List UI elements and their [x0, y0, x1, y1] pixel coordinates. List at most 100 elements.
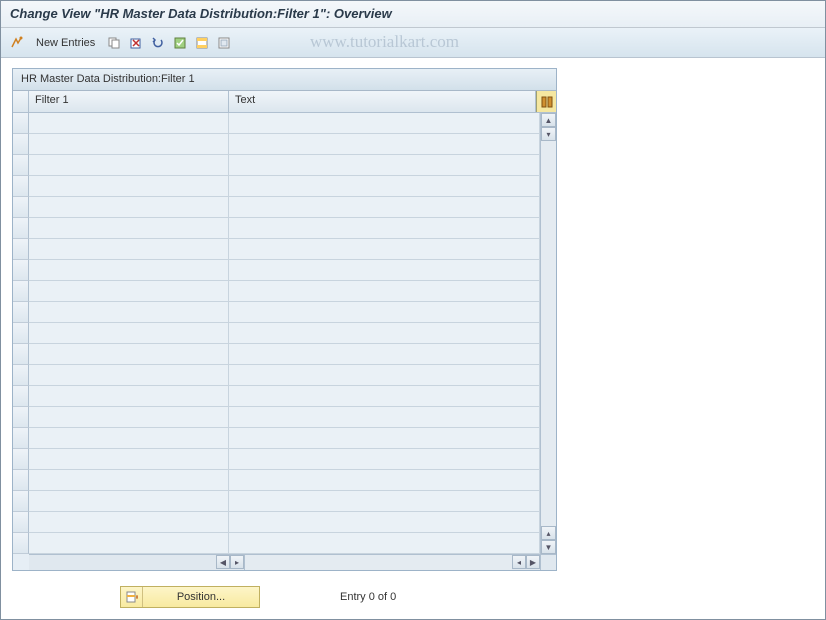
- other-view-icon[interactable]: [8, 34, 26, 52]
- cell-text[interactable]: [229, 491, 540, 511]
- table-row[interactable]: [29, 197, 540, 218]
- cell-filter[interactable]: [29, 260, 229, 280]
- cell-filter[interactable]: [29, 512, 229, 532]
- row-selector[interactable]: [13, 386, 29, 407]
- table-row[interactable]: [29, 239, 540, 260]
- cell-text[interactable]: [229, 113, 540, 133]
- cell-filter[interactable]: [29, 281, 229, 301]
- scroll-right-step-icon[interactable]: ◂: [512, 555, 526, 569]
- deselect-all-icon[interactable]: [215, 34, 233, 52]
- cell-text[interactable]: [229, 323, 540, 343]
- cell-filter[interactable]: [29, 302, 229, 322]
- cell-text[interactable]: [229, 365, 540, 385]
- cell-text[interactable]: [229, 281, 540, 301]
- new-entries-button[interactable]: New Entries: [30, 35, 101, 51]
- table-row[interactable]: [29, 218, 540, 239]
- row-selector[interactable]: [13, 449, 29, 470]
- table-row[interactable]: [29, 512, 540, 533]
- row-selector[interactable]: [13, 323, 29, 344]
- cell-filter[interactable]: [29, 218, 229, 238]
- row-selector[interactable]: [13, 155, 29, 176]
- cell-filter[interactable]: [29, 533, 229, 553]
- cell-text[interactable]: [229, 134, 540, 154]
- cell-text[interactable]: [229, 386, 540, 406]
- row-selector[interactable]: [13, 176, 29, 197]
- vertical-scrollbar[interactable]: ▲ ▾ ▴ ▼: [540, 113, 556, 554]
- table-row[interactable]: [29, 281, 540, 302]
- column-header-filter[interactable]: Filter 1: [29, 91, 229, 112]
- cell-filter[interactable]: [29, 134, 229, 154]
- row-selector[interactable]: [13, 491, 29, 512]
- scroll-down-step-icon[interactable]: ▴: [541, 526, 556, 540]
- scroll-right-icon[interactable]: ▶: [526, 555, 540, 569]
- cell-filter[interactable]: [29, 197, 229, 217]
- cell-text[interactable]: [229, 260, 540, 280]
- horizontal-scrollbar[interactable]: ◀ ▸ ◂ ▶: [29, 554, 556, 570]
- row-selector[interactable]: [13, 407, 29, 428]
- position-button[interactable]: Position...: [120, 586, 260, 608]
- cell-text[interactable]: [229, 428, 540, 448]
- table-row[interactable]: [29, 365, 540, 386]
- table-row[interactable]: [29, 491, 540, 512]
- cell-filter[interactable]: [29, 323, 229, 343]
- cell-text[interactable]: [229, 239, 540, 259]
- scroll-up-icon[interactable]: ▲: [541, 113, 556, 127]
- column-header-text[interactable]: Text: [229, 91, 536, 112]
- row-selector[interactable]: [13, 428, 29, 449]
- row-selector[interactable]: [13, 197, 29, 218]
- table-row[interactable]: [29, 113, 540, 134]
- cell-text[interactable]: [229, 407, 540, 427]
- cell-filter[interactable]: [29, 428, 229, 448]
- cell-text[interactable]: [229, 449, 540, 469]
- scroll-left-step-icon[interactable]: ▸: [230, 555, 244, 569]
- table-row[interactable]: [29, 533, 540, 554]
- table-row[interactable]: [29, 386, 540, 407]
- cell-text[interactable]: [229, 344, 540, 364]
- table-row[interactable]: [29, 134, 540, 155]
- cell-text[interactable]: [229, 512, 540, 532]
- row-selector[interactable]: [13, 512, 29, 533]
- cell-filter[interactable]: [29, 491, 229, 511]
- table-row[interactable]: [29, 323, 540, 344]
- table-row[interactable]: [29, 449, 540, 470]
- scroll-down-icon[interactable]: ▼: [541, 540, 556, 554]
- cell-filter[interactable]: [29, 365, 229, 385]
- cell-text[interactable]: [229, 533, 540, 553]
- table-row[interactable]: [29, 302, 540, 323]
- cell-text[interactable]: [229, 470, 540, 490]
- row-selector[interactable]: [13, 281, 29, 302]
- scroll-left-icon[interactable]: ◀: [216, 555, 230, 569]
- select-block-icon[interactable]: [193, 34, 211, 52]
- table-row[interactable]: [29, 176, 540, 197]
- row-selector[interactable]: [13, 239, 29, 260]
- row-selector[interactable]: [13, 218, 29, 239]
- table-row[interactable]: [29, 260, 540, 281]
- undo-icon[interactable]: [149, 34, 167, 52]
- table-row[interactable]: [29, 407, 540, 428]
- row-selector[interactable]: [13, 344, 29, 365]
- row-selector-header[interactable]: [13, 91, 29, 113]
- row-selector[interactable]: [13, 365, 29, 386]
- hscroll-track[interactable]: [245, 555, 512, 570]
- row-selector[interactable]: [13, 533, 29, 554]
- table-row[interactable]: [29, 344, 540, 365]
- row-selector[interactable]: [13, 260, 29, 281]
- table-row[interactable]: [29, 470, 540, 491]
- row-selector[interactable]: [13, 470, 29, 491]
- cell-filter[interactable]: [29, 176, 229, 196]
- cell-filter[interactable]: [29, 155, 229, 175]
- scroll-track[interactable]: [541, 141, 556, 526]
- cell-text[interactable]: [229, 197, 540, 217]
- cell-text[interactable]: [229, 155, 540, 175]
- cell-filter[interactable]: [29, 113, 229, 133]
- table-row[interactable]: [29, 155, 540, 176]
- cell-filter[interactable]: [29, 344, 229, 364]
- cell-text[interactable]: [229, 176, 540, 196]
- scroll-up-step-icon[interactable]: ▾: [541, 127, 556, 141]
- row-selector[interactable]: [13, 134, 29, 155]
- select-all-icon[interactable]: [171, 34, 189, 52]
- configure-columns-icon[interactable]: [536, 91, 556, 112]
- cell-filter[interactable]: [29, 449, 229, 469]
- copy-icon[interactable]: [105, 34, 123, 52]
- cell-filter[interactable]: [29, 239, 229, 259]
